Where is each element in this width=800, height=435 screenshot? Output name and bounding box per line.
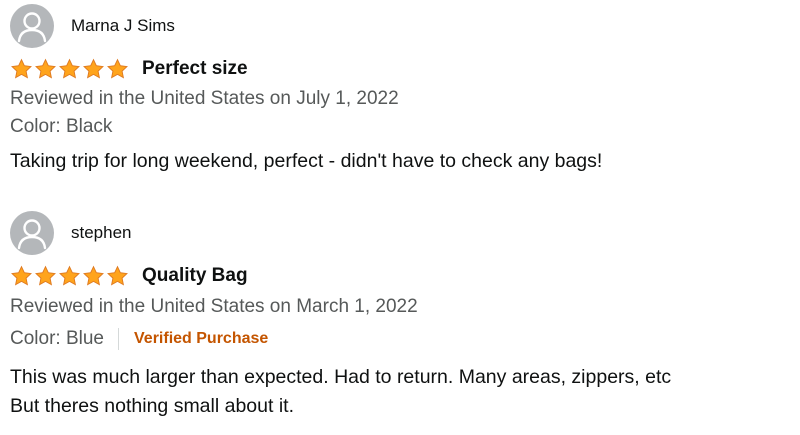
default-avatar-icon bbox=[10, 4, 54, 48]
star-filled-icon bbox=[83, 58, 104, 79]
star-rating[interactable] bbox=[10, 57, 130, 81]
review-body-line: This was much larger than expected. Had … bbox=[10, 366, 672, 388]
star-filled-icon bbox=[59, 58, 80, 79]
review-title[interactable]: Perfect size bbox=[142, 58, 248, 80]
review-title[interactable]: Quality Bag bbox=[142, 265, 248, 287]
default-avatar-icon bbox=[10, 211, 54, 255]
star-filled-icon bbox=[35, 265, 56, 286]
review-date: Reviewed in the United States on March 1… bbox=[10, 296, 418, 317]
star-filled-icon bbox=[11, 265, 32, 286]
verified-purchase-badge: Verified Purchase bbox=[134, 330, 269, 347]
reviewer-profile[interactable]: stephen bbox=[10, 211, 132, 255]
review-body: Taking trip for long weekend, perfect - … bbox=[10, 147, 602, 176]
star-rating[interactable] bbox=[10, 264, 130, 288]
star-filled-icon bbox=[11, 58, 32, 79]
review-body: This was much larger than expected. Had … bbox=[10, 363, 671, 421]
star-filled-icon bbox=[107, 58, 128, 79]
review-body-line: But theres nothing small about it. bbox=[10, 395, 294, 417]
star-filled-icon bbox=[83, 265, 104, 286]
star-filled-icon bbox=[35, 58, 56, 79]
reviewer-name[interactable]: Marna J Sims bbox=[71, 16, 175, 36]
star-filled-icon bbox=[107, 265, 128, 286]
reviewer-name[interactable]: stephen bbox=[71, 223, 132, 243]
review-date: Reviewed in the United States on July 1,… bbox=[10, 88, 399, 109]
variant-color[interactable]: Color: Blue bbox=[10, 328, 104, 350]
reviewer-profile[interactable]: Marna J Sims bbox=[10, 4, 175, 48]
star-filled-icon bbox=[59, 265, 80, 286]
divider bbox=[118, 328, 119, 350]
review-body-line: Taking trip for long weekend, perfect - … bbox=[10, 150, 603, 172]
variant-color[interactable]: Color: Black bbox=[10, 116, 112, 138]
